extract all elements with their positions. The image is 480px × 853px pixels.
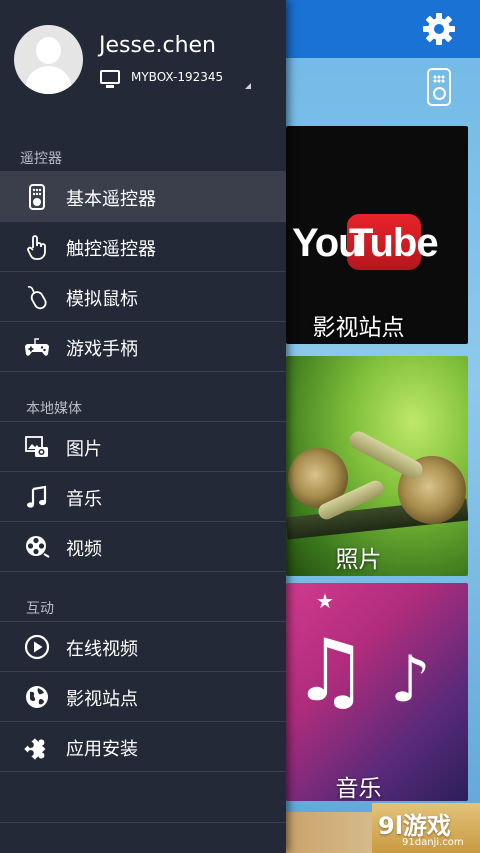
menu-item-video-sites[interactable]: 影视站点 <box>0 671 286 721</box>
divider <box>0 822 286 823</box>
menu-item-label: 触控遥控器 <box>66 239 156 260</box>
menu-item-app-install[interactable]: 应用安装 <box>0 721 286 771</box>
tile-caption: 影视站点 <box>312 315 405 341</box>
menu-item-online-video[interactable]: 在线视频 <box>0 621 286 671</box>
tile-caption: 照片 <box>335 547 382 573</box>
play-circle-icon <box>24 634 50 660</box>
device-name[interactable]: MYBOX-192345 <box>131 70 223 84</box>
user-name: Jesse.chen <box>99 33 216 58</box>
menu-item-label: 基本遥控器 <box>66 189 156 210</box>
menu-item-label: 视频 <box>66 539 102 560</box>
music-notes-art: ♫ <box>292 621 370 721</box>
avatar-head <box>36 37 61 64</box>
watermark-url: 91danji.com <box>402 837 464 848</box>
touch-hand-icon <box>24 234 50 260</box>
snail-body-right <box>346 428 426 482</box>
section-header-interactive: 互动 <box>26 601 54 617</box>
avatar[interactable] <box>14 25 83 94</box>
globe-icon <box>24 684 50 710</box>
navigation-drawer: Jesse.chen MYBOX-192345 遥控器 基本遥控器 触控遥控器 … <box>0 0 286 853</box>
menu-item-label: 游戏手柄 <box>66 339 138 360</box>
divider <box>0 771 286 772</box>
divider <box>0 571 286 572</box>
tile-video-sites[interactable]: You Tube 影视站点 <box>286 126 468 344</box>
menu-item-pictures[interactable]: 图片 <box>0 421 286 471</box>
avatar-body <box>25 66 72 94</box>
menu-item-touch-remote[interactable]: 触控遥控器 <box>0 221 286 271</box>
tv-monitor-icon <box>100 70 120 88</box>
remote-control-icon[interactable] <box>427 68 451 106</box>
menu-item-label: 图片 <box>66 439 102 460</box>
settings-gear-icon[interactable] <box>420 10 458 48</box>
menu-item-music[interactable]: 音乐 <box>0 471 286 521</box>
section-header-local-media: 本地媒体 <box>26 401 82 417</box>
menu-item-label: 模拟鼠标 <box>66 289 138 310</box>
tile-music[interactable]: ♫ ♪ ★ 音乐 <box>286 583 468 801</box>
menu-item-basic-remote[interactable]: 基本遥控器 <box>0 171 286 221</box>
watermark-logo: 9l游戏 <box>378 812 451 840</box>
menu-item-mouse[interactable]: 模拟鼠标 <box>0 271 286 321</box>
screen: You Tube 影视站点 照片 ♫ ♪ ★ 音乐 9l游戏 91danji.c… <box>0 0 480 853</box>
menu-item-label: 音乐 <box>66 489 102 510</box>
menu-item-video[interactable]: 视频 <box>0 521 286 571</box>
profile-header: Jesse.chen MYBOX-192345 <box>0 0 286 125</box>
remote-icon <box>24 184 50 210</box>
music-notes-art: ♪ <box>390 643 431 717</box>
menu-item-label: 在线视频 <box>66 639 138 660</box>
divider <box>0 371 286 372</box>
mouse-icon <box>24 284 50 310</box>
star-art: ★ <box>316 589 334 613</box>
menu-item-label: 影视站点 <box>66 689 138 710</box>
gamepad-icon <box>24 334 50 360</box>
film-reel-icon <box>24 534 50 560</box>
device-dropdown-icon[interactable] <box>245 83 251 89</box>
tile-caption: 音乐 <box>335 776 382 801</box>
menu-item-gamepad[interactable]: 游戏手柄 <box>0 321 286 371</box>
pictures-icon <box>24 434 50 460</box>
remote-dpad <box>433 87 446 100</box>
music-note-icon <box>24 484 50 510</box>
puzzle-icon <box>24 734 50 760</box>
menu-item-label: 应用安装 <box>66 739 138 760</box>
watermark: 9l游戏 91danji.com <box>372 803 480 853</box>
tile-photos[interactable]: 照片 <box>286 356 468 576</box>
remote-buttons <box>433 75 445 83</box>
youtube-logo-tube: Tube <box>349 221 439 265</box>
section-header-remote: 遥控器 <box>20 151 62 167</box>
